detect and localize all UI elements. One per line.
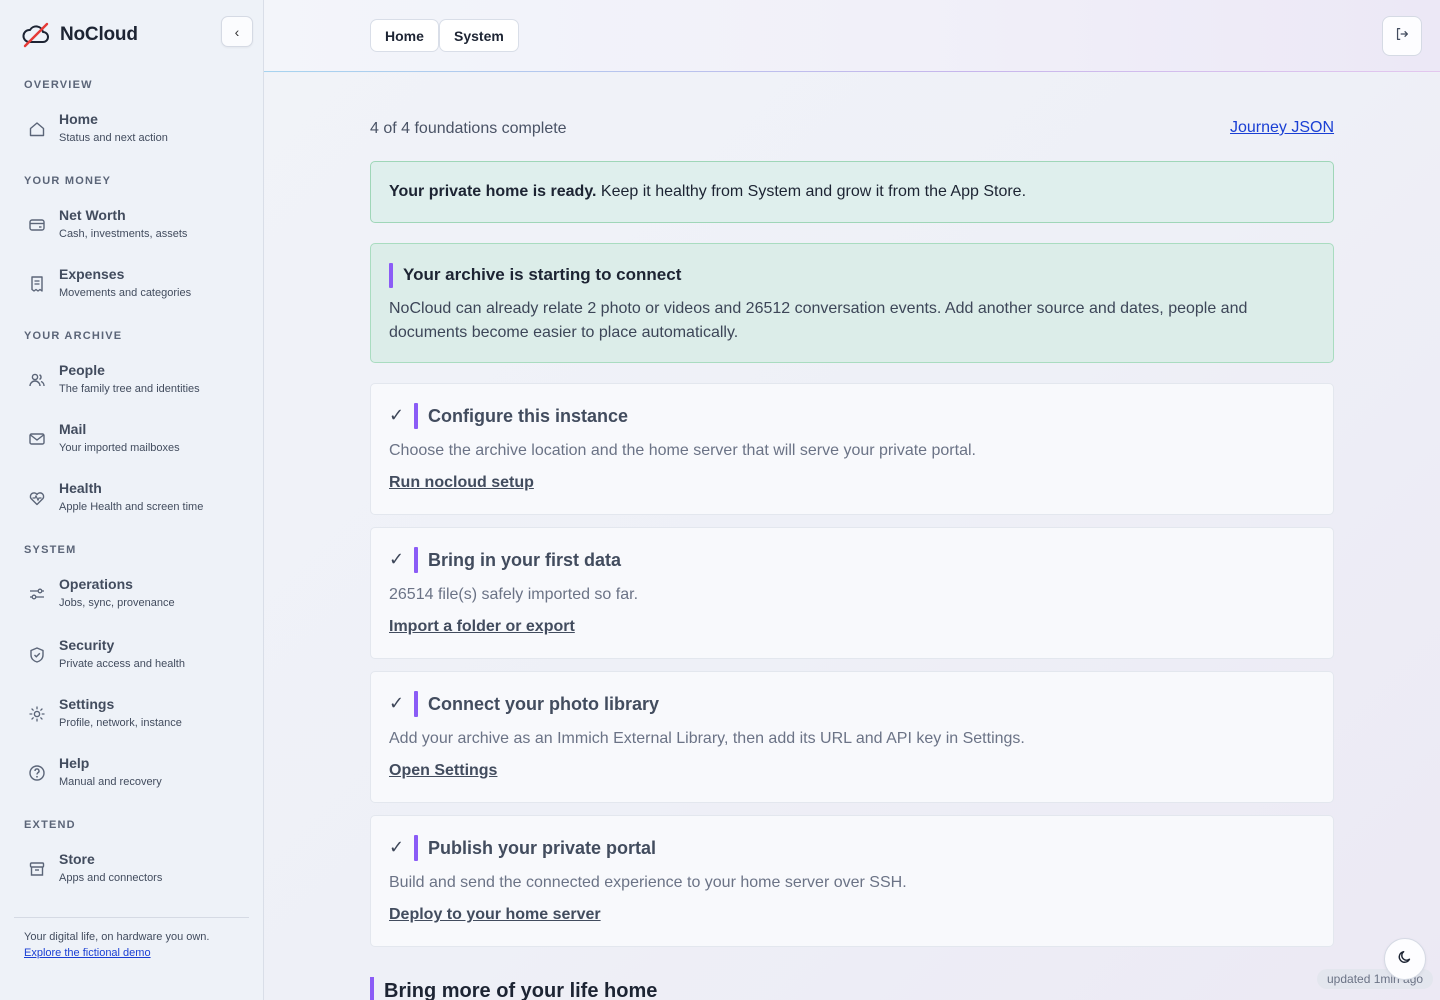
sidebar-item-title: Net Worth [59, 207, 126, 223]
sidebar-item-operations[interactable]: Operations Jobs, sync, provenance [28, 576, 248, 620]
sidebar-tagline: Your digital life, on hardware you own. [24, 931, 210, 943]
step-description: Build and send the connected experience … [389, 874, 907, 891]
step-description: Add your archive as an Immich External L… [389, 730, 1025, 747]
sidebar-item-expenses[interactable]: Expenses Movements and categories [28, 266, 248, 310]
shield-check-icon [28, 646, 46, 664]
ready-banner: Your private home is ready. Keep it heal… [370, 161, 1334, 223]
step-title: Bring in your first data [428, 550, 622, 570]
sidebar-item-title: Security [59, 637, 115, 653]
sidebar: NoCloud ‹ OVERVIEW YOUR MONEY YOUR ARCHI… [0, 0, 264, 1000]
sun-gear-icon [28, 705, 46, 723]
step-card-first-data: ✓ Bring in your first data 26514 file(s)… [370, 527, 1334, 659]
sidebar-item-subtitle: Private access and health [59, 658, 185, 670]
import-folder-link[interactable]: Import a folder or export [389, 618, 575, 636]
sidebar-item-subtitle: Jobs, sync, provenance [59, 597, 175, 609]
checkmark-icon: ✓ [389, 549, 405, 569]
ready-banner-bold: Your private home is ready. [389, 183, 597, 200]
accent-bar [414, 403, 418, 429]
receipt-icon [28, 275, 46, 293]
run-setup-link[interactable]: Run nocloud setup [389, 474, 534, 492]
demo-link[interactable]: Explore the fictional demo [24, 947, 151, 959]
sidebar-item-store[interactable]: Store Apps and connectors [28, 851, 248, 895]
step-description: Choose the archive location and the home… [389, 442, 976, 459]
heart-pulse-icon [28, 489, 46, 507]
logout-button[interactable] [1382, 16, 1422, 56]
sidebar-item-title: Health [59, 480, 102, 496]
sidebar-item-title: Home [59, 111, 98, 127]
deploy-link[interactable]: Deploy to your home server [389, 906, 601, 924]
app-name: NoCloud [60, 24, 138, 45]
step-title: Configure this instance [428, 406, 629, 426]
store-box-icon [28, 860, 46, 878]
section-label-your-archive: YOUR ARCHIVE [24, 330, 123, 342]
section-label-your-money: YOUR MONEY [24, 175, 112, 187]
sidebar-item-help[interactable]: Help Manual and recovery [28, 755, 248, 799]
tab-home[interactable]: Home [370, 19, 439, 52]
mail-icon [28, 430, 46, 448]
sidebar-item-subtitle: Profile, network, instance [59, 717, 182, 729]
accent-bar [414, 835, 418, 861]
sidebar-item-security[interactable]: Security Private access and health [28, 637, 248, 681]
section-label-overview: OVERVIEW [24, 79, 93, 91]
cloud-off-logo-icon [22, 22, 50, 48]
accent-bar [414, 547, 418, 573]
open-settings-link[interactable]: Open Settings [389, 762, 497, 780]
sidebar-item-subtitle: Movements and categories [59, 287, 192, 299]
sidebar-item-title: Expenses [59, 266, 125, 282]
help-circle-icon [28, 764, 46, 782]
archive-connect-card: Your archive is starting to connect NoCl… [370, 243, 1334, 363]
sidebar-item-title: Help [59, 755, 90, 771]
sidebar-item-net-worth[interactable]: Net Worth Cash, investments, assets [28, 207, 248, 251]
archive-card-title: Your archive is starting to connect [403, 265, 682, 284]
brand[interactable]: NoCloud [22, 22, 138, 48]
checkmark-icon: ✓ [389, 693, 405, 713]
step-title: Publish your private portal [428, 838, 657, 858]
wallet-icon [28, 216, 46, 234]
sidebar-item-subtitle: Status and next action [59, 132, 168, 144]
sidebar-item-health[interactable]: Health Apple Health and screen time [28, 480, 248, 524]
archive-card-body: NoCloud can already relate 2 photo or vi… [389, 300, 1248, 341]
sidebar-item-subtitle: Apps and connectors [59, 872, 163, 884]
step-title: Connect your photo library [428, 694, 660, 714]
sidebar-item-title: Mail [59, 421, 87, 437]
more-section-title: Bring more of your life home [384, 980, 658, 1000]
sidebar-item-subtitle: The family tree and identities [59, 383, 200, 395]
foundations-progress: 4 of 4 foundations complete [370, 120, 567, 137]
sliders-icon [28, 585, 46, 603]
sidebar-item-title: Operations [59, 576, 133, 592]
chevron-left-icon: ‹ [234, 23, 240, 40]
collapse-sidebar-button[interactable]: ‹ [221, 16, 253, 47]
sidebar-item-title: Settings [59, 696, 115, 712]
journey-json-link[interactable]: Journey JSON [1230, 119, 1334, 137]
step-description: 26514 file(s) safely imported so far. [389, 586, 639, 603]
accent-bar [414, 691, 418, 717]
sidebar-item-mail[interactable]: Mail Your imported mailboxes [28, 421, 248, 465]
section-label-extend: EXTEND [24, 819, 76, 831]
sidebar-item-subtitle: Manual and recovery [59, 776, 162, 788]
sidebar-item-title: Store [59, 851, 95, 867]
section-label-system: SYSTEM [24, 544, 77, 556]
sidebar-footer: Your digital life, on hardware you own. … [14, 917, 249, 961]
accent-bar [389, 263, 393, 288]
sidebar-item-subtitle: Your imported mailboxes [59, 442, 180, 454]
checkmark-icon: ✓ [389, 405, 405, 425]
accent-bar [370, 977, 374, 1000]
sidebar-item-subtitle: Cash, investments, assets [59, 228, 188, 240]
tab-system[interactable]: System [439, 19, 519, 52]
logout-icon [1394, 26, 1410, 47]
people-icon [28, 371, 46, 389]
sidebar-item-people[interactable]: People The family tree and identities [28, 362, 248, 406]
step-card-publish-portal: ✓ Publish your private portal Build and … [370, 815, 1334, 947]
sidebar-item-subtitle: Apple Health and screen time [59, 501, 204, 513]
theme-toggle-button[interactable] [1384, 938, 1426, 980]
step-card-configure: ✓ Configure this instance Choose the arc… [370, 383, 1334, 515]
step-card-photo-library: ✓ Connect your photo library Add your ar… [370, 671, 1334, 803]
checkmark-icon: ✓ [389, 837, 405, 857]
moon-icon [1397, 949, 1413, 970]
ready-banner-text: Keep it healthy from System and grow it … [596, 183, 1027, 200]
home-icon [28, 120, 46, 138]
sidebar-item-title: People [59, 362, 105, 378]
sidebar-item-home[interactable]: Home Status and next action [28, 111, 248, 155]
sidebar-item-settings[interactable]: Settings Profile, network, instance [28, 696, 248, 740]
